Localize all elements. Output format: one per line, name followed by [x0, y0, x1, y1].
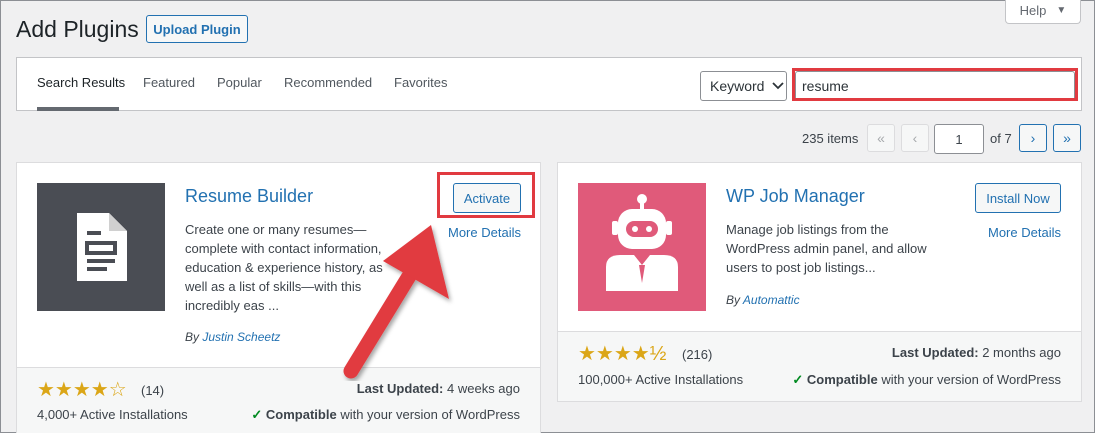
active-installs: 100,000+ Active Installations [578, 372, 744, 387]
tab-recommended[interactable]: Recommended [284, 75, 372, 90]
last-updated-label: Last Updated: [356, 381, 444, 396]
tab-popular[interactable]: Popular [217, 75, 262, 90]
last-updated-value: 4 weeks ago [447, 381, 520, 396]
rating-count: (216) [682, 347, 713, 362]
tab-featured[interactable]: Featured [143, 75, 195, 90]
install-now-button[interactable]: Install Now [975, 183, 1061, 213]
more-details-link[interactable]: More Details [988, 225, 1061, 240]
last-updated: Last Updated: 4 weeks ago [357, 381, 520, 396]
total-pages: of 7 [990, 131, 1012, 146]
chevron-down-icon [772, 82, 785, 90]
star-rating: ★★★★½ [578, 343, 667, 365]
current-page-input[interactable]: 1 [934, 124, 984, 154]
author-prefix: By [726, 293, 741, 307]
tab-search-results[interactable]: Search Results [37, 75, 125, 90]
help-button[interactable]: Help ▼ [1005, 0, 1081, 24]
plugin-icon [578, 183, 706, 311]
plugin-card-wp-job-manager: WP Job Manager Install Now More Details … [557, 162, 1082, 402]
last-updated: Last Updated: 2 months ago [892, 345, 1061, 360]
last-updated-value: 2 months ago [982, 345, 1061, 360]
plugin-description: Manage job listings from the WordPress a… [726, 222, 927, 275]
active-tab-indicator [37, 107, 119, 111]
plugin-name[interactable]: Resume Builder [185, 186, 313, 207]
plugin-card-footer: ★★★★½ (216) 100,000+ Active Installation… [558, 331, 1081, 401]
plugin-author: By Automattic [726, 293, 800, 307]
last-page-button[interactable]: » [1053, 124, 1081, 152]
search-type-value: Keyword [710, 78, 765, 94]
compatibility: ✓ Compatible with your version of WordPr… [792, 372, 1061, 388]
plugin-card-resume-builder: Resume Builder Activate More Details Cre… [16, 162, 541, 433]
prev-page-button[interactable]: ‹ [901, 124, 929, 152]
items-count: 235 items [802, 131, 859, 146]
plugin-icon [37, 183, 165, 311]
compatibility: ✓ Compatible with your version of WordPr… [251, 407, 520, 423]
author-link[interactable]: Justin Scheetz [202, 330, 280, 344]
robot-icon [606, 194, 678, 291]
search-type-select[interactable]: Keyword [700, 71, 787, 101]
annotation-arrow [343, 225, 449, 379]
rating-count: (14) [141, 383, 165, 398]
plugin-author: By Justin Scheetz [185, 330, 280, 344]
compatible-label: Compatible [265, 407, 337, 422]
compatible-label: Compatible [806, 372, 878, 387]
caret-down-icon: ▼ [1056, 4, 1067, 16]
plugin-name[interactable]: WP Job Manager [726, 186, 865, 207]
plugin-card-footer: ★★★★☆ (14) 4,000+ Active Installations L… [17, 367, 540, 433]
author-prefix: By [185, 330, 200, 344]
star-rating: ★★★★☆ [37, 379, 127, 401]
tab-favorites[interactable]: Favorites [394, 75, 447, 90]
compatible-text: with your version of WordPress [340, 407, 520, 422]
page-title: Add Plugins [16, 16, 139, 42]
compatible-text: with your version of WordPress [881, 372, 1061, 387]
help-label: Help [1019, 2, 1047, 18]
document-icon [77, 213, 127, 281]
checkmark-icon: ✓ [251, 407, 263, 422]
first-page-button[interactable]: « [867, 124, 895, 152]
upload-plugin-button[interactable]: Upload Plugin [146, 15, 248, 43]
plugin-filter-bar: Search Results Featured Popular Recommen… [16, 57, 1082, 111]
author-link[interactable]: Automattic [743, 293, 800, 307]
active-installs: 4,000+ Active Installations [37, 407, 188, 422]
last-updated-label: Last Updated: [891, 345, 979, 360]
search-highlight-box [792, 68, 1078, 101]
checkmark-icon: ✓ [792, 372, 804, 387]
next-page-button[interactable]: › [1019, 124, 1047, 152]
